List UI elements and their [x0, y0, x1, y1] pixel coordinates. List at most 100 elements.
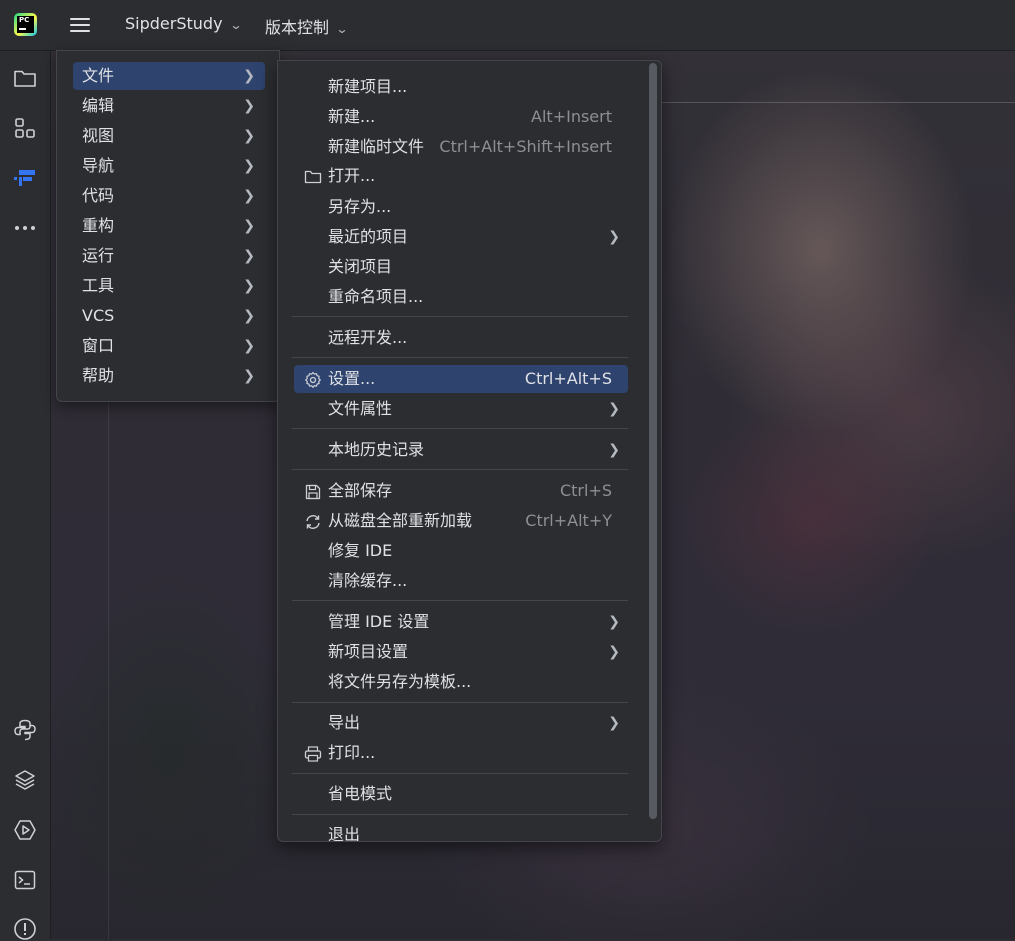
menu-item-open[interactable]: 打开... [294, 162, 628, 190]
terminal-icon[interactable] [13, 868, 37, 892]
menu-item-label: 修复 IDE [328, 541, 393, 560]
menu-item-recent-projects[interactable]: 最近的项目 ❯ [294, 223, 628, 251]
menu-item-file-properties[interactable]: 文件属性 ❯ [294, 395, 628, 423]
python-icon[interactable] [13, 718, 37, 742]
menu-item-local-history[interactable]: 本地历史记录 ❯ [294, 436, 628, 464]
menu-item-rename-project[interactable]: 重命名项目... [294, 283, 628, 311]
main-menu-button[interactable] [66, 13, 94, 37]
menu-item-help[interactable]: 帮助 ❯ [73, 362, 265, 390]
submenu-scrollbar[interactable] [649, 63, 657, 819]
menu-item-label: 代码 [82, 186, 115, 205]
menu-item-label: 窗口 [82, 336, 115, 355]
menu-item-new[interactable]: 新建... Alt+Insert [294, 103, 628, 131]
menu-item-print[interactable]: 打印... [294, 739, 628, 767]
structure-icon[interactable] [13, 116, 37, 140]
menu-item-label: 重构 [82, 216, 115, 235]
problems-icon[interactable] [13, 917, 37, 941]
run-icon[interactable] [13, 818, 37, 842]
menu-item-run[interactable]: 运行 ❯ [73, 242, 265, 270]
vcs-selector[interactable]: 版本控制 ⌄ [265, 14, 349, 38]
menu-item-save-all[interactable]: 全部保存 Ctrl+S [294, 477, 628, 505]
menu-item-vcs[interactable]: VCS ❯ [73, 302, 265, 330]
menu-separator [292, 357, 628, 358]
menu-item-export[interactable]: 导出 ❯ [294, 709, 628, 737]
chevron-right-icon: ❯ [243, 158, 255, 174]
menu-item-navigate[interactable]: 导航 ❯ [73, 152, 265, 180]
menu-item-manage-ide-settings[interactable]: 管理 IDE 设置 ❯ [294, 608, 628, 636]
menu-item-save-as[interactable]: 另存为... [294, 193, 628, 221]
menu-item-label: 运行 [82, 246, 115, 265]
save-icon [305, 484, 321, 500]
chevron-right-icon: ❯ [243, 248, 255, 264]
shortcut-label: Ctrl+Alt+Shift+Insert [439, 137, 612, 156]
menu-item-code[interactable]: 代码 ❯ [73, 182, 265, 210]
menu-item-label: 从磁盘全部重新加载 [328, 511, 473, 530]
menu-item-close-project[interactable]: 关闭项目 [294, 253, 628, 281]
menu-separator [292, 469, 628, 470]
shortcut-label: Ctrl+S [559, 481, 612, 500]
shortcut-label: Ctrl+Alt+Y [525, 511, 612, 530]
menu-item-exit[interactable]: 退出 [294, 821, 628, 842]
menu-item-label: 另存为... [328, 197, 392, 216]
menu-item-power-save-mode[interactable]: 省电模式 [294, 780, 628, 808]
menu-item-window[interactable]: 窗口 ❯ [73, 332, 265, 360]
pycharm-logo-icon[interactable]: PC [14, 13, 37, 36]
menu-item-label: 导出 [328, 713, 361, 732]
logo-mark: PC [17, 16, 34, 33]
menu-separator [292, 773, 628, 774]
menu-item-label: 导航 [82, 156, 115, 175]
menu-item-label: 打印... [328, 743, 376, 762]
hamburger-line [70, 18, 90, 20]
chevron-right-icon: ❯ [243, 278, 255, 294]
project-name: SipderStudy [125, 14, 223, 33]
menu-item-remote-development[interactable]: 远程开发... [294, 324, 628, 352]
menu-item-repair-ide[interactable]: 修复 IDE [294, 537, 628, 565]
menu-item-refactor[interactable]: 重构 ❯ [73, 212, 265, 240]
shortcut-label: Alt+Insert [531, 107, 612, 126]
vcs-label: 版本控制 [265, 18, 330, 37]
menu-item-new-scratch-file[interactable]: 新建临时文件 Ctrl+Alt+Shift+Insert [294, 133, 628, 161]
layers-icon[interactable] [13, 768, 37, 792]
menu-item-view[interactable]: 视图 ❯ [73, 122, 265, 150]
menu-item-label: 新项目设置 [328, 642, 409, 661]
menu-separator [292, 702, 628, 703]
menu-item-reload-all[interactable]: 从磁盘全部重新加载 Ctrl+Alt+Y [294, 507, 628, 535]
tab-underline [660, 102, 1015, 103]
menu-item-file[interactable]: 文件 ❯ [73, 62, 265, 90]
menu-item-save-as-template[interactable]: 将文件另存为模板... [294, 668, 628, 696]
chevron-right-icon: ❯ [608, 715, 620, 731]
menu-item-label: 远程开发... [328, 328, 408, 347]
file-submenu: 新建项目... 新建... Alt+Insert 新建临时文件 Ctrl+Alt+S… [277, 60, 662, 842]
plugin-icon[interactable] [13, 166, 37, 190]
folder-icon[interactable] [13, 66, 37, 90]
reload-icon [306, 515, 320, 529]
menu-item-label: 打开... [328, 166, 376, 185]
menu-item-label: 新建... [328, 107, 376, 126]
hamburger-line [70, 30, 90, 32]
logo-text: PC [19, 16, 30, 24]
menu-item-label: 视图 [82, 126, 115, 145]
menu-item-tools[interactable]: 工具 ❯ [73, 272, 265, 300]
menu-item-settings[interactable]: 设置... Ctrl+Alt+S [294, 365, 628, 393]
menu-item-label: 退出 [328, 825, 361, 842]
menu-item-label: 新建临时文件 [328, 137, 425, 156]
menu-item-new-projects-setup[interactable]: 新项目设置 ❯ [294, 638, 628, 666]
menu-item-new-project[interactable]: 新建项目... [294, 73, 628, 101]
folder-icon [304, 170, 322, 184]
menu-item-label: 文件 [82, 66, 115, 85]
chevron-down-icon: ⌄ [335, 22, 349, 36]
menu-separator [292, 428, 628, 429]
menu-item-label: 新建项目... [328, 77, 408, 96]
shortcut-label: Ctrl+Alt+S [524, 369, 612, 388]
print-icon [304, 746, 322, 762]
menu-item-label: 关闭项目 [328, 257, 393, 276]
menu-separator [292, 316, 628, 317]
menu-item-edit[interactable]: 编辑 ❯ [73, 92, 265, 120]
menu-separator [292, 600, 628, 601]
more-icon[interactable] [13, 216, 37, 240]
menu-separator [292, 814, 628, 815]
title-bar: PC SipderStudy ⌄ 版本控制 ⌄ [0, 0, 1015, 51]
chevron-right-icon: ❯ [243, 368, 255, 384]
project-selector[interactable]: SipderStudy ⌄ [125, 14, 242, 33]
menu-item-invalidate-caches[interactable]: 清除缓存... [294, 567, 628, 595]
